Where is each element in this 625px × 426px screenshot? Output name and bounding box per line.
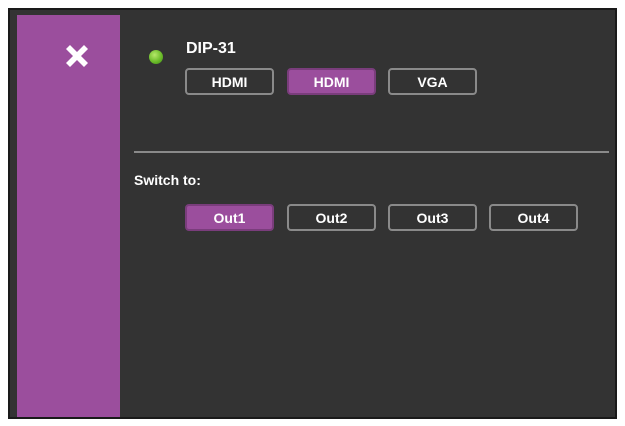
output-button-out1[interactable]: Out1 [185,204,274,231]
output-button-out2[interactable]: Out2 [287,204,376,231]
close-button[interactable] [61,40,93,72]
input-button-hdmi-2[interactable]: HDMI [287,68,376,95]
output-button-out4[interactable]: Out4 [489,204,578,231]
input-button-vga[interactable]: VGA [388,68,477,95]
status-indicator [149,50,163,64]
input-button-hdmi-1[interactable]: HDMI [185,68,274,95]
device-panel: DIP-31 HDMI HDMI VGA Switch to: Out1 Out… [8,8,617,419]
divider [134,151,609,153]
output-button-out3[interactable]: Out3 [388,204,477,231]
device-name: DIP-31 [186,40,236,57]
sidebar [17,15,120,417]
switch-to-label: Switch to: [134,172,201,188]
close-icon [66,45,88,67]
